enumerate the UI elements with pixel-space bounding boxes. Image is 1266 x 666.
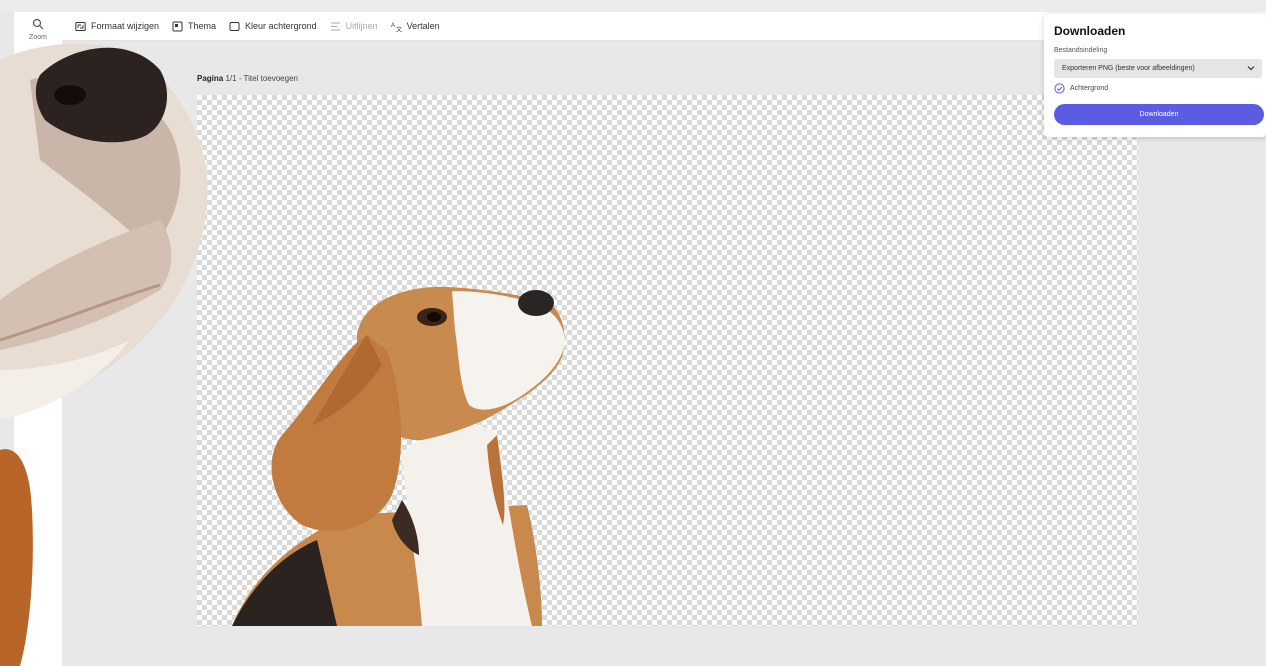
format-label: Bestandsindeling: [1054, 47, 1108, 54]
beagle-image[interactable]: [197, 95, 1138, 626]
align-label: Uitlijnen: [345, 21, 378, 31]
format-select[interactable]: Exporteren PNG (beste voor afbeeldingen): [1054, 59, 1262, 78]
design-canvas[interactable]: [197, 95, 1138, 626]
theme-button[interactable]: Thema: [172, 21, 216, 32]
background-color-label: Kleur achtergrond: [245, 21, 317, 31]
resize-label: Formaat wijzigen: [91, 21, 160, 31]
theme-label: Thema: [188, 21, 217, 31]
chevron-down-icon: [1247, 66, 1255, 71]
translate-button[interactable]: A 文 Vertalen: [391, 21, 440, 32]
translate-label: Vertalen: [406, 21, 440, 31]
background-color-icon: [229, 21, 240, 31]
svg-text:A: A: [391, 23, 395, 29]
top-band: [0, 0, 1266, 12]
panel-title: Downloaden: [1054, 24, 1126, 38]
editor-app: Zoom Formaat wijzigen Thema Kleur achter…: [0, 0, 1266, 666]
large-dog-image[interactable]: [0, 40, 215, 666]
page-title[interactable]: 1/1 - Titel toevoegen: [225, 74, 298, 83]
svg-text:文: 文: [396, 25, 402, 32]
check-circle-icon: [1054, 83, 1065, 94]
download-panel: Downloaden Bestandsindeling Exporteren P…: [1044, 14, 1266, 137]
align-icon: [330, 22, 340, 30]
background-checkbox[interactable]: Achtergrond: [1054, 83, 1108, 94]
align-button[interactable]: Uitlijnen: [330, 21, 378, 32]
resize-button[interactable]: Formaat wijzigen: [75, 21, 159, 32]
zoom-button[interactable]: Zoom: [14, 18, 62, 41]
translate-icon: A 文: [391, 23, 402, 32]
search-icon: [32, 18, 44, 30]
background-color-button[interactable]: Kleur achtergrond: [229, 21, 317, 32]
background-checkbox-label: Achtergrond: [1070, 85, 1109, 92]
theme-icon: [172, 21, 183, 31]
download-button[interactable]: Downloaden: [1054, 104, 1264, 125]
resize-icon: [75, 21, 86, 31]
format-select-value: Exporteren PNG (beste voor afbeeldingen): [1062, 65, 1195, 72]
